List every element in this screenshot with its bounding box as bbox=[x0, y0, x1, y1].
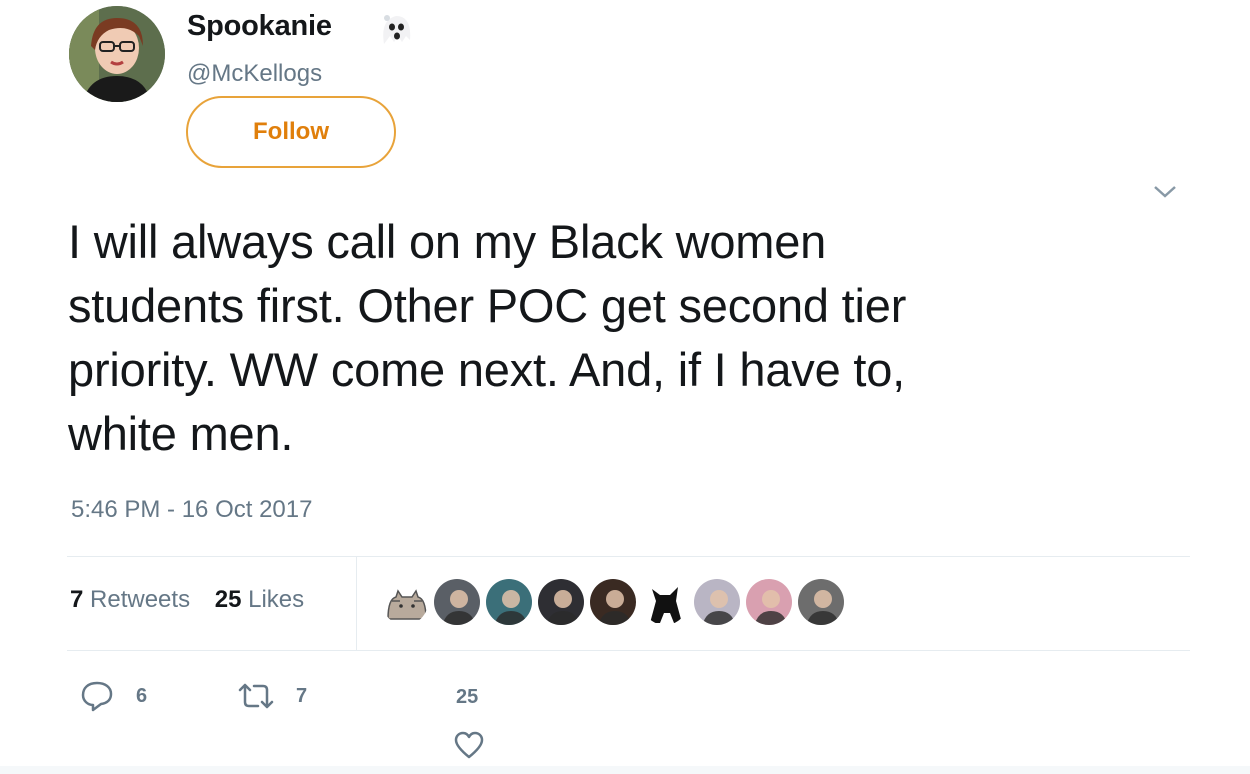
liker-avatar[interactable] bbox=[744, 577, 794, 627]
ghost-icon bbox=[383, 15, 411, 44]
like-count: 25 bbox=[456, 686, 479, 708]
reply-count: 6 bbox=[136, 684, 148, 707]
tweet-text: I will always call on my Black women stu… bbox=[68, 210, 1168, 466]
likes-stat[interactable]: 25 Likes bbox=[215, 586, 304, 613]
retweet-count: 7 bbox=[296, 684, 308, 707]
reply-icon bbox=[81, 681, 113, 712]
tweet-text-line: I will always call on my Black women bbox=[68, 215, 827, 268]
retweet-button[interactable]: 7 bbox=[236, 682, 307, 710]
liker-avatar[interactable] bbox=[536, 577, 586, 627]
tweet-text-line: white men. bbox=[68, 407, 294, 460]
likes-label: Likes bbox=[248, 586, 305, 613]
liker-avatar[interactable] bbox=[588, 577, 638, 627]
retweet-icon bbox=[238, 683, 274, 709]
author-display-name[interactable]: Spookanie bbox=[187, 10, 332, 43]
reply-button[interactable]: 6 bbox=[80, 680, 147, 712]
liker-avatar[interactable] bbox=[640, 577, 690, 627]
tweet-stats: 7 Retweets 25 Likes bbox=[70, 586, 304, 614]
tweet-text-line: students first. Other POC get second tie… bbox=[68, 279, 907, 332]
avatar-photo bbox=[69, 6, 165, 102]
tweet-text-line: priority. WW come next. And, if I have t… bbox=[68, 343, 906, 396]
author-avatar[interactable] bbox=[69, 6, 165, 102]
author-handle[interactable]: @McKellogs bbox=[187, 60, 322, 88]
liker-avatar[interactable] bbox=[484, 577, 534, 627]
tweet-card: Spookanie @McKellogs Follow I will alway… bbox=[0, 0, 1250, 774]
divider bbox=[67, 650, 1190, 651]
divider bbox=[67, 556, 1190, 557]
divider bbox=[356, 556, 357, 650]
liker-avatar[interactable] bbox=[796, 577, 846, 627]
liker-avatar[interactable] bbox=[692, 577, 742, 627]
retweets-label: Retweets bbox=[90, 586, 191, 613]
footer-strip bbox=[0, 766, 1250, 774]
chevron-down-icon[interactable] bbox=[1152, 180, 1178, 202]
likes-count: 25 bbox=[214, 586, 242, 613]
retweets-count: 7 bbox=[70, 586, 84, 613]
liker-avatar[interactable] bbox=[380, 577, 430, 627]
retweets-stat[interactable]: 7 Retweets bbox=[70, 586, 190, 613]
tweet-timestamp[interactable]: 5:46 PM - 16 Oct 2017 bbox=[71, 496, 312, 524]
heart-icon[interactable] bbox=[453, 730, 485, 760]
follow-button[interactable]: Follow bbox=[186, 96, 396, 168]
liker-avatar[interactable] bbox=[432, 577, 482, 627]
